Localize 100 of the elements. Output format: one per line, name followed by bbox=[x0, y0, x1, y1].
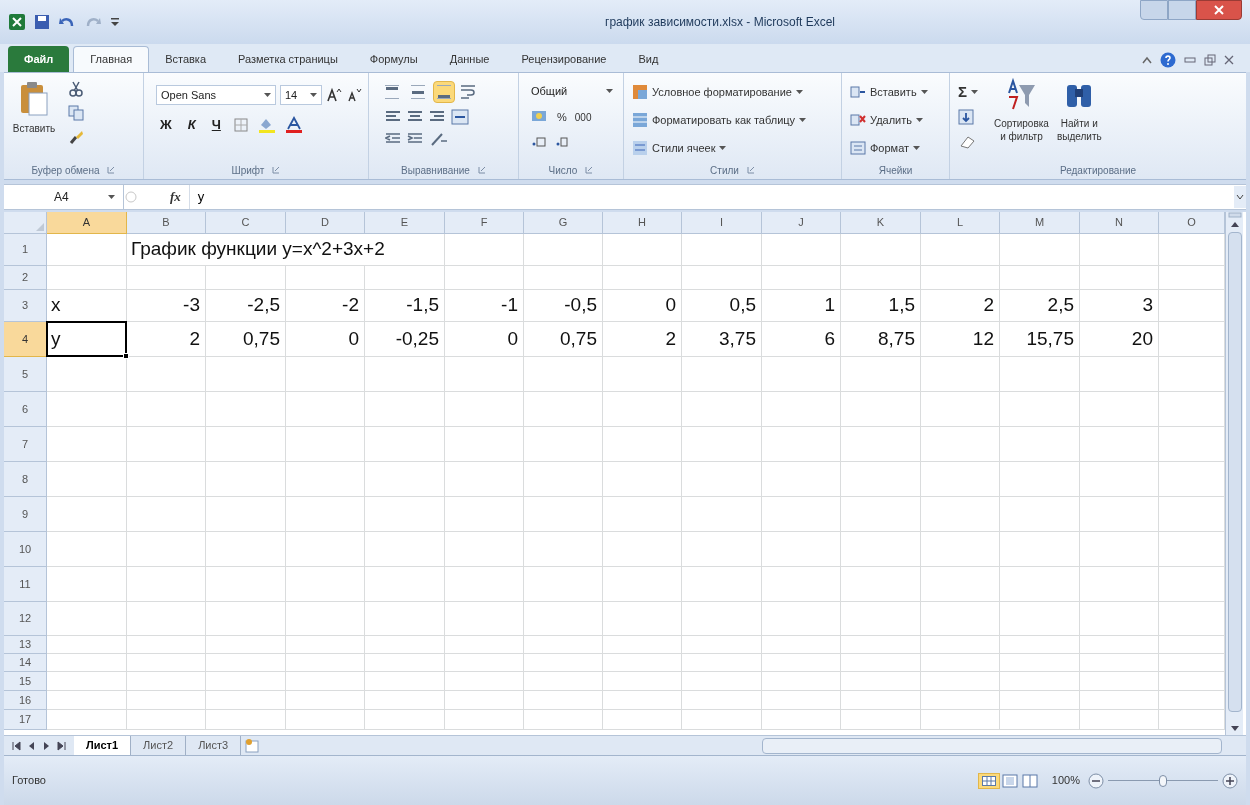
table-cell[interactable] bbox=[682, 462, 762, 497]
row-header[interactable]: 10 bbox=[4, 532, 47, 567]
table-cell[interactable] bbox=[47, 462, 127, 497]
table-cell[interactable]: 2 bbox=[127, 322, 206, 357]
table-cell[interactable] bbox=[127, 497, 206, 532]
table-cell[interactable] bbox=[603, 266, 682, 290]
table-cell[interactable] bbox=[445, 427, 524, 462]
table-cell[interactable] bbox=[682, 602, 762, 636]
page-layout-icon[interactable] bbox=[999, 773, 1020, 788]
table-cell[interactable] bbox=[1000, 532, 1080, 567]
table-cell[interactable] bbox=[762, 710, 841, 730]
table-cell[interactable] bbox=[445, 710, 524, 730]
table-cell[interactable] bbox=[365, 357, 445, 392]
row-header[interactable]: 12 bbox=[4, 602, 47, 636]
table-cell[interactable] bbox=[206, 357, 286, 392]
table-cell[interactable] bbox=[206, 602, 286, 636]
table-cell[interactable] bbox=[841, 654, 921, 672]
table-cell[interactable] bbox=[841, 532, 921, 567]
row-header[interactable]: 16 bbox=[4, 691, 47, 710]
styles-menu-button[interactable]: Форматировать как таблицу bbox=[632, 109, 807, 131]
table-cell[interactable] bbox=[682, 672, 762, 691]
table-cell[interactable] bbox=[47, 497, 127, 532]
table-cell[interactable] bbox=[762, 602, 841, 636]
table-cell[interactable] bbox=[1080, 266, 1159, 290]
dropdown-arrow-icon[interactable] bbox=[310, 92, 317, 98]
table-cell[interactable] bbox=[1000, 357, 1080, 392]
table-cell[interactable]: -2,5 bbox=[206, 290, 286, 322]
table-cell[interactable] bbox=[762, 497, 841, 532]
bold-button[interactable]: Ж bbox=[156, 115, 176, 135]
row-header[interactable]: 2 bbox=[4, 266, 47, 290]
close-icon[interactable] bbox=[1224, 55, 1234, 65]
table-cell[interactable] bbox=[524, 234, 603, 266]
table-cell[interactable] bbox=[762, 654, 841, 672]
table-cell[interactable] bbox=[1000, 691, 1080, 710]
row-header[interactable]: 1 bbox=[4, 234, 47, 266]
row-header[interactable]: 15 bbox=[4, 672, 47, 691]
ribbon-tab[interactable]: Файл bbox=[8, 46, 70, 72]
table-cell[interactable] bbox=[286, 710, 365, 730]
table-cell[interactable] bbox=[921, 710, 1000, 730]
table-cell[interactable] bbox=[47, 357, 127, 392]
table-cell[interactable] bbox=[206, 266, 286, 290]
vertical-align-button[interactable] bbox=[433, 81, 455, 103]
table-cell[interactable] bbox=[603, 691, 682, 710]
font-name-field[interactable]: Open Sans bbox=[156, 85, 276, 105]
column-header[interactable]: D bbox=[286, 212, 365, 234]
first-sheet-icon[interactable] bbox=[12, 740, 21, 751]
table-cell[interactable] bbox=[921, 636, 1000, 654]
styles-menu-button[interactable]: Условное форматирование bbox=[632, 81, 807, 103]
table-cell[interactable] bbox=[286, 357, 365, 392]
table-cell[interactable] bbox=[286, 672, 365, 691]
dropdown-arrow-icon[interactable] bbox=[913, 145, 921, 151]
decrease-indent-icon[interactable] bbox=[385, 132, 401, 146]
table-cell[interactable] bbox=[524, 672, 603, 691]
table-cell[interactable] bbox=[682, 392, 762, 427]
table-cell[interactable] bbox=[762, 392, 841, 427]
name-box[interactable]: A4 bbox=[4, 185, 124, 209]
wrap-text-icon[interactable] bbox=[459, 83, 477, 101]
table-cell[interactable]: 20 bbox=[1080, 322, 1159, 357]
table-cell[interactable] bbox=[603, 636, 682, 654]
table-cell[interactable]: 2,5 bbox=[1000, 290, 1080, 322]
table-cell[interactable] bbox=[365, 672, 445, 691]
table-cell[interactable]: 0,5 bbox=[682, 290, 762, 322]
table-cell[interactable] bbox=[1080, 392, 1159, 427]
dialog-launcher-icon[interactable] bbox=[746, 166, 755, 174]
dropdown-arrow-icon[interactable] bbox=[799, 117, 807, 123]
table-cell[interactable] bbox=[524, 636, 603, 654]
table-cell[interactable] bbox=[762, 567, 841, 602]
column-header[interactable]: F bbox=[445, 212, 524, 234]
table-cell[interactable] bbox=[762, 234, 841, 266]
ribbon-tab[interactable]: Разметка страницы bbox=[222, 46, 354, 72]
row-header[interactable]: 9 bbox=[4, 497, 47, 532]
table-cell[interactable] bbox=[841, 427, 921, 462]
table-cell[interactable]: 0 bbox=[603, 290, 682, 322]
table-cell[interactable] bbox=[1000, 567, 1080, 602]
table-cell[interactable] bbox=[206, 427, 286, 462]
table-cell[interactable] bbox=[365, 654, 445, 672]
table-cell[interactable] bbox=[206, 636, 286, 654]
table-cell[interactable] bbox=[682, 654, 762, 672]
ribbon-tab[interactable]: Данные bbox=[433, 46, 506, 72]
table-cell[interactable] bbox=[445, 602, 524, 636]
table-cell[interactable] bbox=[1080, 567, 1159, 602]
dropdown-arrow-icon[interactable] bbox=[264, 92, 271, 98]
row-header[interactable]: 4 bbox=[4, 322, 47, 357]
cancel-entry-icon[interactable] bbox=[124, 190, 138, 204]
table-cell[interactable] bbox=[762, 427, 841, 462]
table-cell[interactable] bbox=[921, 691, 1000, 710]
table-cell[interactable] bbox=[1000, 654, 1080, 672]
row-header[interactable]: 7 bbox=[4, 427, 47, 462]
table-cell[interactable] bbox=[841, 602, 921, 636]
table-cell[interactable] bbox=[286, 266, 365, 290]
table-cell[interactable] bbox=[47, 266, 127, 290]
column-header[interactable]: J bbox=[762, 212, 841, 234]
copy-icon[interactable] bbox=[68, 105, 84, 121]
table-cell[interactable] bbox=[206, 497, 286, 532]
insert-function-button[interactable]: fx bbox=[170, 187, 181, 207]
dropdown-arrow-icon[interactable] bbox=[971, 89, 978, 95]
table-cell[interactable]: График функции y=x^2+3x+2 bbox=[127, 234, 445, 266]
table-cell[interactable] bbox=[445, 672, 524, 691]
table-cell[interactable] bbox=[1000, 266, 1080, 290]
table-cell[interactable] bbox=[1080, 691, 1159, 710]
